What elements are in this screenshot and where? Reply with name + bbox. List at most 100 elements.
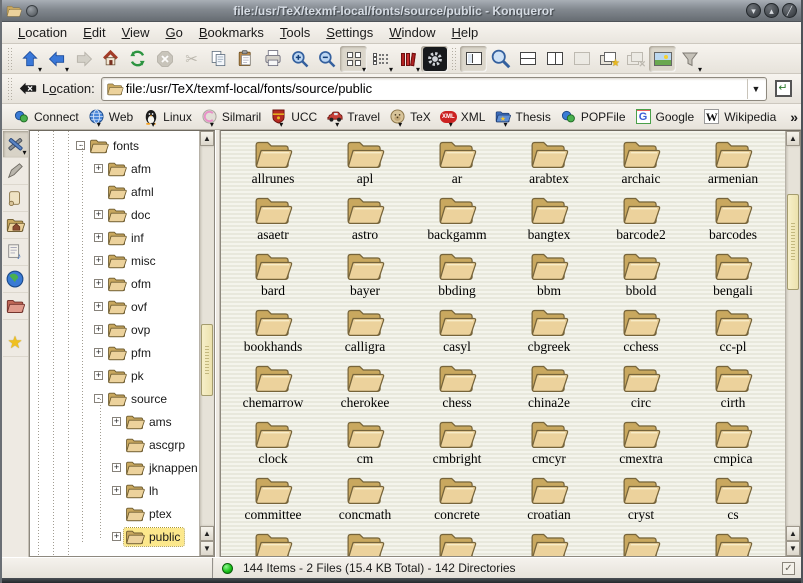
tree-expander[interactable]: + — [94, 371, 103, 380]
tree-item[interactable]: + ams — [30, 410, 199, 433]
filter-button[interactable]: ▾ — [676, 46, 703, 72]
dropdown-caret-icon[interactable]: ▾ — [65, 66, 69, 74]
tree-expander[interactable]: + — [94, 302, 103, 311]
folder-item[interactable]: bengali — [687, 247, 779, 303]
bookmark-travel[interactable]: Travel ▾ — [323, 107, 386, 127]
menu-item[interactable]: Settings — [318, 23, 381, 42]
tree-item[interactable]: + lh — [30, 479, 199, 502]
tree-expander[interactable]: + — [94, 210, 103, 219]
scroll-up-button-2[interactable]: ▲ — [786, 526, 800, 541]
tree-expander[interactable]: + — [112, 532, 121, 541]
tree-expander[interactable]: + — [112, 463, 121, 472]
scrollbar-thumb[interactable] — [201, 324, 213, 396]
folder-item[interactable]: bookhands — [227, 303, 319, 359]
bookmark-google[interactable]: G Google — [632, 107, 701, 127]
sidebar-tab-home-folder[interactable] — [3, 212, 28, 239]
folder-item[interactable]: cchess — [595, 303, 687, 359]
toolbar-grip[interactable] — [7, 48, 13, 70]
scroll-up-button[interactable]: ▲ — [786, 131, 800, 146]
tree-item[interactable]: + inf — [30, 226, 199, 249]
toolbar-grip[interactable] — [7, 78, 13, 100]
scroll-up-button[interactable]: ▲ — [200, 131, 214, 146]
sidebar-tab-bookmarks[interactable]: ★ — [3, 330, 28, 357]
folder-item[interactable]: chess — [411, 359, 503, 415]
folder-item[interactable] — [319, 527, 411, 556]
window-menu-button[interactable] — [26, 5, 38, 17]
bookmark-linux[interactable]: Linux ▾ — [139, 107, 198, 127]
folder-item[interactable]: bard — [227, 247, 319, 303]
home-button[interactable] — [97, 46, 124, 72]
folder-item[interactable]: cc-pl — [687, 303, 779, 359]
zoom-out-button[interactable] — [313, 46, 340, 72]
main-scrollbar[interactable]: ▲ ▲ ▼ — [785, 131, 800, 556]
folder-item[interactable]: cmpica — [687, 415, 779, 471]
folder-item[interactable]: clock — [227, 415, 319, 471]
folder-item[interactable]: cmbright — [411, 415, 503, 471]
folder-item[interactable]: bbm — [503, 247, 595, 303]
sidebar-tab-root-folder[interactable] — [3, 293, 28, 320]
bookmark-wikipedia[interactable]: W Wikipedia — [700, 107, 782, 127]
folder-item[interactable]: concmath — [319, 471, 411, 527]
bookmark-xml[interactable]: XML XML ▾ — [437, 107, 492, 127]
folder-item[interactable] — [595, 527, 687, 556]
reload-button[interactable] — [124, 46, 151, 72]
split-indicator-checkbox[interactable]: ✓ — [782, 562, 795, 575]
folder-item[interactable]: barcode2 — [595, 191, 687, 247]
menu-item[interactable]: Help — [444, 23, 487, 42]
scroll-down-button[interactable]: ▼ — [200, 541, 214, 556]
scrollbar-track[interactable] — [786, 146, 800, 526]
menu-item[interactable]: Edit — [75, 23, 113, 42]
tree-expander[interactable]: + — [94, 164, 103, 173]
sidebar-tab-services[interactable]: ▾ — [3, 131, 28, 158]
tree-item[interactable]: + misc — [30, 249, 199, 272]
split-view-left-right-button[interactable] — [541, 46, 568, 72]
folder-item[interactable]: cmcyr — [503, 415, 595, 471]
folder-item[interactable]: cbgreek — [503, 303, 595, 359]
folder-item[interactable]: bangtex — [503, 191, 595, 247]
menu-item[interactable]: Go — [158, 23, 191, 42]
toolbar-grip[interactable] — [451, 48, 457, 70]
folder-item[interactable]: bbding — [411, 247, 503, 303]
folder-item[interactable]: chemarrow — [227, 359, 319, 415]
menu-item[interactable]: Window — [381, 23, 443, 42]
folder-item[interactable]: cs — [687, 471, 779, 527]
folder-item[interactable] — [411, 527, 503, 556]
menu-item[interactable]: Tools — [272, 23, 318, 42]
sidebar-tab-network[interactable] — [3, 266, 28, 293]
tree-item[interactable]: - source — [30, 387, 199, 410]
folder-item[interactable]: concrete — [411, 471, 503, 527]
dropdown-caret-icon[interactable]: ▾ — [698, 66, 702, 74]
folder-item[interactable] — [227, 527, 319, 556]
tree-item[interactable]: + afm — [30, 157, 199, 180]
go-button[interactable]: ↵ — [771, 77, 795, 101]
folder-item[interactable]: arabtex — [503, 135, 595, 191]
tree-item[interactable]: + pfm — [30, 341, 199, 364]
tree-expander[interactable]: + — [94, 233, 103, 242]
bookmark-thesis[interactable]: ★ Thesis ▾ — [491, 107, 556, 127]
image-preview-button[interactable] — [649, 46, 676, 72]
dropdown-caret-icon[interactable]: ▾ — [416, 66, 420, 74]
folder-item[interactable] — [503, 527, 595, 556]
tree-item[interactable]: + ovf — [30, 295, 199, 318]
tree-item[interactable]: + jknappen — [30, 456, 199, 479]
scrollbar-track[interactable] — [200, 146, 214, 526]
menu-item[interactable]: View — [114, 23, 158, 42]
list-view-button[interactable]: ▾ — [367, 46, 394, 72]
sidebar-tab-history[interactable] — [3, 185, 28, 212]
scrollbar-thumb[interactable] — [787, 194, 799, 290]
tree-expander[interactable]: + — [94, 279, 103, 288]
zoom-in-button[interactable] — [286, 46, 313, 72]
bookmark-overflow-chevron[interactable]: » — [782, 109, 803, 125]
tree-item[interactable]: + public — [30, 525, 199, 548]
location-dropdown-button[interactable]: ▼ — [747, 79, 764, 99]
tree-item[interactable]: - fonts — [30, 134, 199, 157]
bookmark-tex[interactable]: TeX ▾ — [386, 107, 437, 127]
tree-item[interactable]: ptex — [30, 502, 199, 525]
bookmark-silmaril[interactable]: Silmaril ▾ — [198, 107, 267, 127]
clear-location-button[interactable] — [16, 76, 40, 102]
folder-item[interactable]: cmextra — [595, 415, 687, 471]
sidebar-tab-bookmarks-pen[interactable] — [3, 158, 28, 185]
folder-item[interactable]: bbold — [595, 247, 687, 303]
folder-item[interactable]: china2e — [503, 359, 595, 415]
folder-item[interactable]: cirth — [687, 359, 779, 415]
